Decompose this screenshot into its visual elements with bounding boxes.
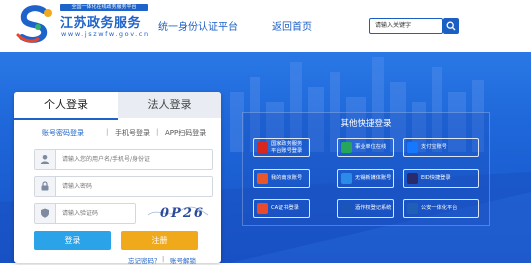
search-placeholder: 请输入关键字: [375, 22, 412, 29]
search-button[interactable]: [443, 18, 459, 34]
quick-label: 支付宝账号: [421, 144, 447, 150]
quick-label: EID快捷登录: [421, 175, 451, 181]
captcha-image[interactable]: 0P26: [144, 203, 211, 222]
quick-alipay-button[interactable]: 支付宝账号: [403, 138, 479, 157]
wuxi-icon: [341, 173, 352, 184]
password-field[interactable]: 请输入密码: [34, 176, 213, 197]
brand-url: www.jszwfw.gov.cn: [61, 30, 150, 38]
police-platform-icon: [407, 203, 418, 214]
quick-label: 事业单位在线: [355, 144, 387, 150]
quick-label: 公安一体化平台: [421, 205, 458, 211]
method-separator: |: [156, 128, 159, 136]
quick-label: 我的南京账号: [271, 175, 303, 181]
platform-title: 统一身份认证平台: [158, 22, 238, 33]
username-placeholder: 请输入您的用户名/手机号/身份证: [62, 156, 151, 163]
captcha-field[interactable]: 请输入验证码: [34, 203, 136, 224]
national-emblem-icon: [257, 142, 268, 153]
search-input[interactable]: 请输入关键字: [369, 18, 443, 34]
institution-online-icon: [341, 142, 352, 153]
username-field[interactable]: 请输入您的用户名/手机号/身份证: [34, 149, 213, 170]
quick-wuxi-button[interactable]: 无锡新媒体账号: [337, 169, 394, 188]
lock-icon: [41, 181, 49, 191]
quick-login-panel: 其他快捷登录 国家政务服务 平台账号登录 事业单位在线 支付宝账号 我的南京账号 …: [242, 112, 490, 226]
lock-icon-box: [35, 177, 56, 196]
quick-my-nanjing-button[interactable]: 我的南京账号: [253, 169, 310, 188]
header: 全国一体化在线政务服务平台 江苏政务服务 www.jszwfw.gov.cn 统…: [0, 0, 531, 52]
method-account-password[interactable]: 账号密码登录: [42, 128, 84, 138]
register-button[interactable]: 注册: [121, 231, 198, 250]
search-icon: [446, 21, 456, 31]
captcha-text: 0P26: [160, 206, 205, 221]
user-icon-box: [35, 150, 56, 169]
brand-tagline: 全国一体化在线政务服务平台: [60, 4, 148, 11]
jiangsu-logo-icon: [16, 5, 52, 43]
brand-title: 江苏政务服务: [60, 16, 142, 31]
quick-login-title: 其他快捷登录: [340, 119, 392, 129]
shield-icon-box: [35, 204, 56, 223]
forgot-password-link[interactable]: 忘记密码？: [128, 255, 161, 265]
my-nanjing-icon: [257, 173, 268, 184]
shield-icon: [41, 208, 49, 218]
account-unlock-link[interactable]: 账号解锁: [170, 255, 196, 265]
return-home-link[interactable]: 返回首页: [272, 18, 312, 33]
captcha-placeholder: 请输入验证码: [62, 210, 99, 217]
link-separator: |: [162, 255, 165, 263]
quick-label-line1: 国家政务服务: [271, 141, 303, 147]
login-button[interactable]: 登录: [34, 231, 111, 250]
eid-icon: [407, 173, 418, 184]
method-app-scan[interactable]: APP扫码登录: [165, 128, 206, 138]
quick-ca-certificate-button[interactable]: CA证书登录: [253, 199, 310, 218]
quick-label: 酒作权登记系统: [355, 205, 392, 211]
tab-legal-login[interactable]: 法人登录: [118, 92, 221, 118]
quick-label-line2: 平台账号登录: [271, 148, 303, 154]
quick-eid-button[interactable]: EID快捷登录: [403, 169, 479, 188]
tab-personal-login[interactable]: 个人登录: [14, 92, 118, 120]
ca-certificate-icon: [257, 203, 268, 214]
password-placeholder: 请输入密码: [62, 183, 93, 190]
brand-block[interactable]: 全国一体化在线政务服务平台 江苏政务服务 www.jszwfw.gov.cn: [60, 4, 152, 44]
quick-police-platform-button[interactable]: 公安一体化平台: [403, 199, 479, 218]
method-separator: |: [106, 128, 109, 136]
quick-label: CA证书登录: [271, 205, 299, 211]
quick-label: 国家政务服务 平台账号登录: [271, 141, 302, 155]
quick-registration-system-button[interactable]: 酒作权登记系统: [337, 199, 394, 218]
alipay-icon: [407, 142, 418, 153]
method-phone[interactable]: 手机号登录: [115, 128, 150, 138]
user-icon: [40, 155, 50, 164]
quick-institution-button[interactable]: 事业单位在线: [337, 138, 394, 157]
login-card: 个人登录 法人登录 账号密码登录 | 手机号登录 | APP扫码登录 请输入您的…: [14, 92, 221, 265]
registration-system-icon: [341, 203, 352, 214]
quick-national-platform-button[interactable]: 国家政务服务 平台账号登录: [253, 138, 310, 157]
quick-label: 无锡新媒体账号: [355, 175, 392, 181]
